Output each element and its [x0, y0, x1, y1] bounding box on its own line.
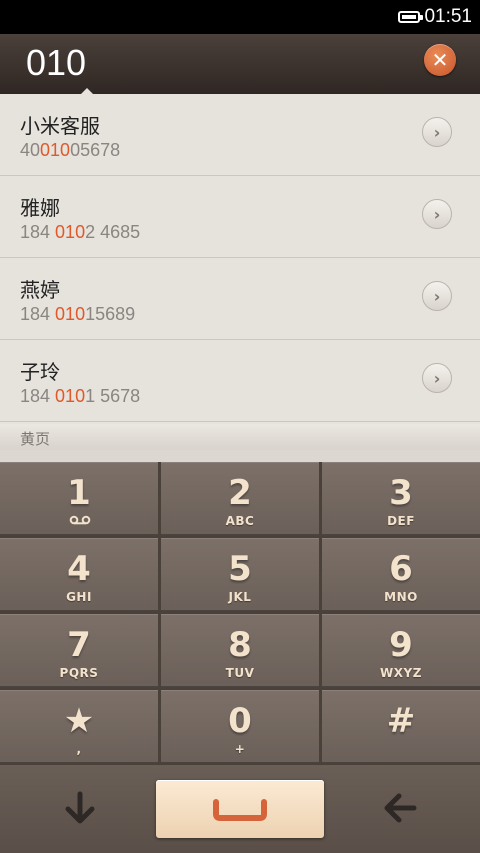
- battery-icon: [398, 11, 424, 23]
- key-9[interactable]: 9 WXYZ: [322, 614, 480, 687]
- key-8[interactable]: 8 TUV: [161, 614, 319, 687]
- contact-name: 燕婷: [20, 278, 60, 302]
- contact-number: 4001005678: [20, 140, 121, 160]
- key-6[interactable]: 6 MNO: [322, 538, 480, 611]
- contact-number: 184 0101 5678: [20, 386, 141, 406]
- chevron-right-icon: ›: [433, 368, 441, 388]
- close-icon: ✕: [431, 48, 449, 72]
- section-header-yellow-pages: 黄页: [0, 424, 480, 450]
- call-icon: [213, 799, 267, 821]
- contact-detail-button[interactable]: ›: [422, 281, 452, 311]
- key-3[interactable]: 3 DEF: [322, 462, 480, 535]
- contact-name: 小米客服: [20, 114, 100, 138]
- contact-row[interactable]: 子玲 184 0101 5678 ›: [0, 340, 480, 422]
- dial-keypad: 1 2 ABC 3 DEF 4 GHI 5 JKL 6 MNO 7 PQRS 8…: [0, 462, 480, 765]
- collapse-keypad-button[interactable]: [40, 783, 120, 833]
- dialer-action-bar: [0, 765, 480, 853]
- call-button[interactable]: [156, 780, 324, 838]
- search-query[interactable]: 010: [26, 42, 86, 84]
- contact-row[interactable]: 燕婷 184 01015689 ›: [0, 258, 480, 340]
- list-tail: [0, 450, 480, 462]
- status-bar: 01:51: [0, 0, 480, 34]
- contact-number: 184 0102 4685: [20, 222, 141, 242]
- key-5[interactable]: 5 JKL: [161, 538, 319, 611]
- contact-name: 子玲: [20, 360, 60, 384]
- contact-detail-button[interactable]: ›: [422, 117, 452, 147]
- chevron-right-icon: ›: [433, 204, 441, 224]
- key-hash[interactable]: #: [322, 690, 480, 763]
- contact-results: 小米客服 4001005678 › 雅娜 184 0102 4685 › 燕婷 …: [0, 94, 480, 462]
- contact-row[interactable]: 小米客服 4001005678 ›: [0, 94, 480, 176]
- contact-detail-button[interactable]: ›: [422, 199, 452, 229]
- status-time: 01:51: [424, 6, 472, 27]
- contact-detail-button[interactable]: ›: [422, 363, 452, 393]
- key-2[interactable]: 2 ABC: [161, 462, 319, 535]
- arrow-down-icon: [65, 791, 95, 824]
- status-right: 01:51: [398, 0, 472, 34]
- chevron-right-icon: ›: [433, 286, 441, 306]
- voicemail-icon: [69, 515, 91, 525]
- key-star[interactable]: ★ ,: [0, 690, 158, 763]
- key-1[interactable]: 1: [0, 462, 158, 535]
- search-header: 010 ✕: [0, 34, 480, 95]
- backspace-button[interactable]: [360, 783, 440, 833]
- section-label: 黄页: [20, 430, 51, 448]
- key-7[interactable]: 7 PQRS: [0, 614, 158, 687]
- key-0[interactable]: 0 +: [161, 690, 319, 763]
- key-4[interactable]: 4 GHI: [0, 538, 158, 611]
- contact-row[interactable]: 雅娜 184 0102 4685 ›: [0, 176, 480, 258]
- chevron-right-icon: ›: [433, 122, 441, 142]
- arrow-left-icon: [384, 793, 417, 823]
- clear-button[interactable]: ✕: [424, 44, 456, 76]
- contact-number: 184 01015689: [20, 304, 136, 324]
- contact-name: 雅娜: [20, 196, 60, 220]
